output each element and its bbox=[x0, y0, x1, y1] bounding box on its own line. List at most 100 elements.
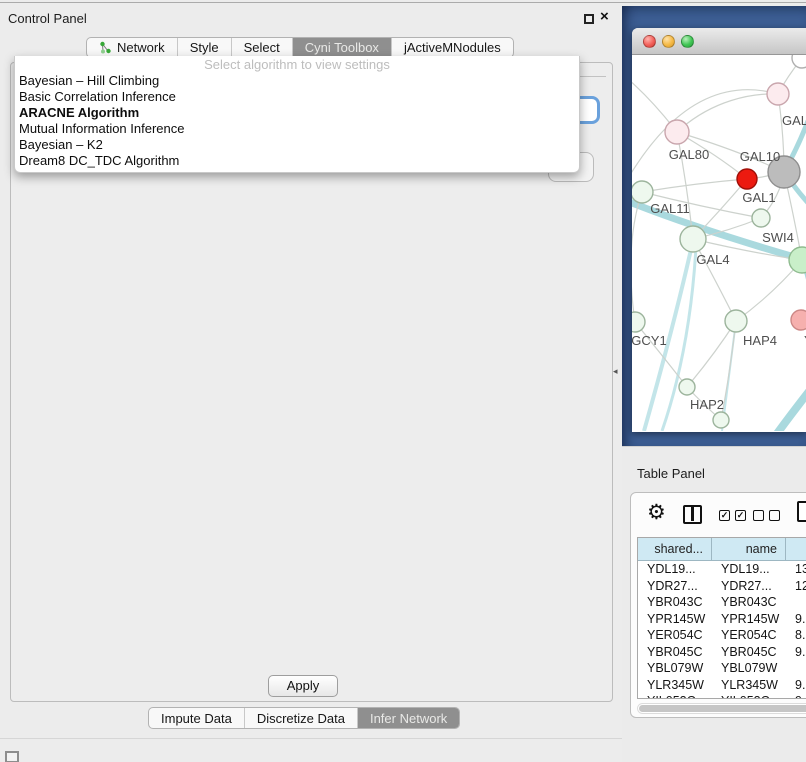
collapsed-panel-icon[interactable] bbox=[5, 751, 19, 762]
node-label: GAL1 bbox=[742, 190, 775, 205]
node-label: GAL bbox=[782, 113, 806, 128]
control-panel-tabs: Network StyleSelectCyni Toolbox jActiveMNo… bbox=[86, 37, 514, 58]
node-label: GAL80 bbox=[669, 147, 709, 162]
table-row[interactable]: YPR145WYPR145W9. bbox=[638, 611, 806, 628]
algorithm-dropdown-placeholder: Select algorithm to view settings bbox=[15, 57, 579, 73]
network-node-gal1[interactable] bbox=[752, 209, 770, 227]
unchecked-box-icon bbox=[753, 510, 764, 521]
table-row[interactable]: YBR045CYBR045C9. bbox=[638, 644, 806, 661]
node-label: GAL10 bbox=[740, 149, 780, 164]
table-row[interactable]: YIL052CYIL052C9 bbox=[638, 693, 806, 699]
network-node-gal80[interactable] bbox=[665, 120, 689, 144]
algorithm-option-dream8-dc-tdc-algorithm[interactable]: Dream8 DC_TDC Algorithm bbox=[15, 153, 579, 169]
table-cell: YPR145W bbox=[638, 611, 712, 628]
network-node-hap4[interactable] bbox=[725, 310, 747, 332]
algorithm-option-aracne-algorithm[interactable]: ARACNE Algorithm bbox=[15, 105, 579, 121]
algorithm-option-basic-correlation-inference[interactable]: Basic Correlation Inference bbox=[15, 89, 579, 105]
table-horizontal-scrollbar[interactable] bbox=[637, 703, 806, 714]
table-cell: YBL079W bbox=[638, 660, 712, 677]
table-header-row: shared...name bbox=[638, 538, 806, 561]
network-node-gal11[interactable] bbox=[632, 181, 653, 203]
table-body: YDL19...YDL19...13YDR27...YDR27...12YBR0… bbox=[638, 561, 806, 699]
table-cell: YLR345W bbox=[638, 677, 712, 694]
tab-infer-network[interactable]: Infer Network bbox=[358, 708, 459, 728]
table-cell bbox=[786, 594, 806, 611]
table-cell: YIL052C bbox=[712, 693, 786, 699]
algorithm-dropdown-list: Select algorithm to view settings Bayesi… bbox=[14, 56, 580, 173]
app-root: Control Panel × NetworkStyleSelectCyni T… bbox=[0, 0, 806, 762]
table-cell: YER054C bbox=[712, 627, 786, 644]
deselect-all-columns-icon[interactable] bbox=[753, 510, 780, 521]
network-node-gal[interactable] bbox=[767, 83, 789, 105]
tab-jactivemnodules-label: jActiveMNodules bbox=[404, 40, 501, 55]
table-row[interactable]: YLR345WYLR345W9. bbox=[638, 677, 806, 694]
column-header-name[interactable]: name bbox=[712, 538, 786, 560]
column-header-shared[interactable]: shared... bbox=[638, 538, 712, 560]
top-divider bbox=[0, 2, 806, 3]
algorithm-option-mutual-information-inference[interactable]: Mutual Information Inference bbox=[15, 121, 579, 137]
tab-discretize-data-label: Discretize Data bbox=[257, 711, 345, 726]
tab-select[interactable]: Select bbox=[232, 38, 293, 57]
table-cell: YDR27... bbox=[712, 578, 786, 595]
table-row[interactable]: YBL079WYBL079W bbox=[638, 660, 806, 677]
table-cell: 13 bbox=[786, 561, 806, 578]
tab-network-label: Network bbox=[117, 40, 165, 55]
checked-box-icon: ✓ bbox=[719, 510, 730, 521]
select-all-columns-icon[interactable]: ✓ ✓ bbox=[719, 510, 746, 521]
algorithm-dropdown-options: Bayesian – Hill ClimbingBasic Correlatio… bbox=[15, 73, 579, 169]
table-cell: YBL079W bbox=[712, 660, 786, 677]
node-label: GCY1 bbox=[632, 333, 667, 348]
table-row[interactable]: YDL19...YDL19...13 bbox=[638, 561, 806, 578]
node-table: shared...name YDL19...YDL19...13YDR27...… bbox=[637, 537, 806, 699]
float-panel-icon[interactable] bbox=[584, 14, 594, 24]
algorithm-option-bayesian-hill-climbing[interactable]: Bayesian – Hill Climbing bbox=[15, 73, 579, 89]
network-node[interactable] bbox=[713, 412, 729, 428]
table-row[interactable]: YBR043CYBR043C bbox=[638, 594, 806, 611]
table-settings-gear-icon[interactable]: ⚙ bbox=[647, 501, 666, 525]
network-window-frame: GALGAL80GAL10GAL11GAL1GAL4SWI4GCY1HAP4YH… bbox=[622, 6, 806, 446]
algorithm-option-bayesian-k2[interactable]: Bayesian – K2 bbox=[15, 137, 579, 153]
network-node[interactable] bbox=[792, 55, 806, 68]
network-window: GALGAL80GAL10GAL11GAL1GAL4SWI4GCY1HAP4YH… bbox=[632, 28, 806, 432]
tab-network[interactable]: Network bbox=[87, 38, 178, 57]
network-node-y[interactable] bbox=[791, 310, 806, 330]
zoom-window-icon[interactable] bbox=[681, 35, 694, 48]
table-cell: 8. bbox=[786, 627, 806, 644]
table-cell bbox=[786, 660, 806, 677]
apply-button[interactable]: Apply bbox=[268, 675, 338, 697]
close-window-icon[interactable] bbox=[643, 35, 656, 48]
tab-cyni-toolbox[interactable]: Cyni Toolbox bbox=[293, 38, 392, 57]
hidden-groupbox-edge bbox=[578, 76, 606, 77]
table-cell: YBR043C bbox=[712, 594, 786, 611]
bottom-divider bbox=[0, 738, 622, 739]
table-cell: YLR345W bbox=[712, 677, 786, 694]
tab-impute-data[interactable]: Impute Data bbox=[149, 708, 245, 728]
table-cell: YBR045C bbox=[712, 644, 786, 661]
network-node-gal4[interactable] bbox=[680, 226, 706, 252]
tab-jactivemnodules[interactable]: jActiveMNodules bbox=[392, 38, 513, 57]
network-node-swi4[interactable] bbox=[789, 247, 806, 273]
column-header-extra[interactable] bbox=[786, 538, 806, 560]
tab-impute-data-label: Impute Data bbox=[161, 711, 232, 726]
export-table-icon[interactable] bbox=[797, 501, 806, 522]
table-cell: YDL19... bbox=[712, 561, 786, 578]
network-node-hap2[interactable] bbox=[679, 379, 695, 395]
table-cell: 9. bbox=[786, 677, 806, 694]
table-row[interactable]: YDR27...YDR27...12 bbox=[638, 578, 806, 595]
network-node-gcy1[interactable] bbox=[632, 312, 645, 332]
table-cell: YIL052C bbox=[638, 693, 712, 699]
table-cell: 12 bbox=[786, 578, 806, 595]
panel-splitter-arrow-icon[interactable]: ◂ bbox=[613, 366, 618, 377]
network-window-titlebar[interactable] bbox=[632, 28, 806, 55]
tab-discretize-data[interactable]: Discretize Data bbox=[245, 708, 358, 728]
tab-style[interactable]: Style bbox=[178, 38, 232, 57]
table-cell: 9 bbox=[786, 693, 806, 699]
network-node[interactable] bbox=[737, 169, 757, 189]
network-canvas[interactable]: GALGAL80GAL10GAL11GAL1GAL4SWI4GCY1HAP4YH… bbox=[632, 55, 806, 431]
minimize-window-icon[interactable] bbox=[662, 35, 675, 48]
close-panel-icon[interactable]: × bbox=[600, 8, 609, 25]
table-row[interactable]: YER054CYER054C8. bbox=[638, 627, 806, 644]
node-label: GAL4 bbox=[696, 252, 729, 267]
unchecked-box-icon bbox=[769, 510, 780, 521]
show-columns-icon[interactable] bbox=[683, 505, 702, 524]
